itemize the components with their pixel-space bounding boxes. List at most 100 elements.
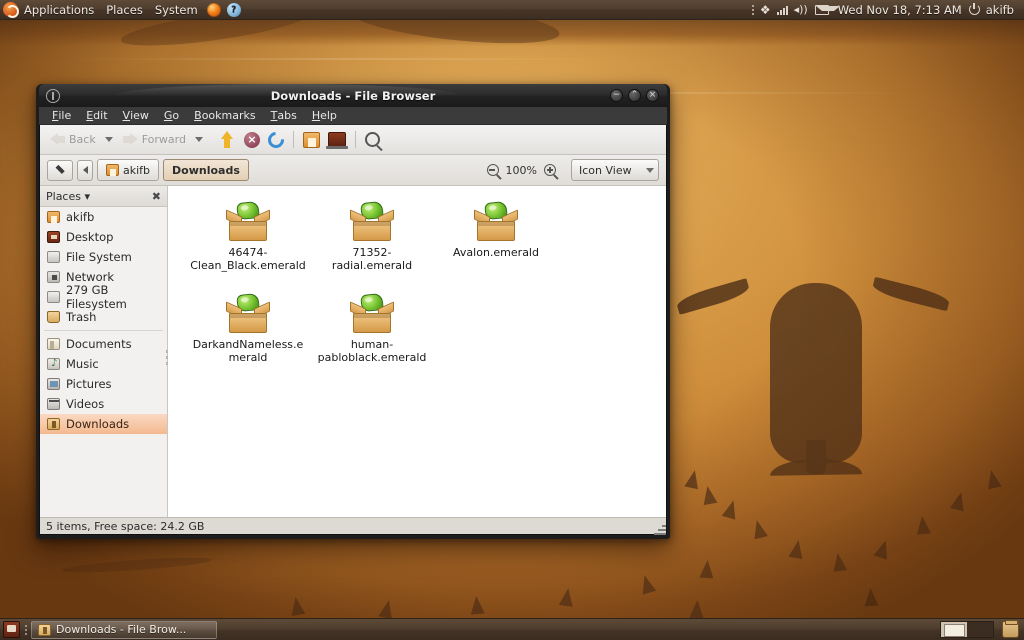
window-body: Places ▾ ✖ akifb Desktop File System Net… xyxy=(40,186,666,517)
menu-file[interactable]: File xyxy=(45,108,78,124)
music-icon xyxy=(47,358,60,370)
sidebar-item-music[interactable]: Music xyxy=(40,354,167,374)
sidebar-item-label: Desktop xyxy=(66,230,114,244)
sidebar-item-279-gb-filesystem[interactable]: 279 GB Filesystem xyxy=(40,283,167,311)
file-item[interactable]: DarkandNameless.emerald xyxy=(186,290,310,374)
menu-tabs[interactable]: Tabs xyxy=(264,108,304,124)
sidebar-item-akifb[interactable]: akifb xyxy=(40,207,167,227)
sidebar-item-label: File System xyxy=(66,250,132,264)
menu-help[interactable]: Help xyxy=(305,108,344,124)
window-titlebar[interactable]: Downloads - File Browser − ⌃ × xyxy=(39,84,667,107)
reload-icon xyxy=(264,128,288,151)
zoom-out-icon[interactable] xyxy=(486,164,499,176)
window-controls: − ⌃ × xyxy=(610,89,667,102)
places-sidebar: Places ▾ ✖ akifb Desktop File System Net… xyxy=(40,186,170,517)
menu-go[interactable]: Go xyxy=(157,108,186,124)
sidebar-item-videos[interactable]: Videos xyxy=(40,394,167,414)
zoom-in-icon[interactable] xyxy=(544,164,556,176)
menu-edit[interactable]: Edit xyxy=(79,108,114,124)
window-resize-grip[interactable] xyxy=(652,521,666,535)
user-menu[interactable]: akifb xyxy=(986,0,1020,20)
help-icon[interactable]: ? xyxy=(224,0,244,20)
computer-icon xyxy=(325,132,348,149)
sidebar-item-downloads[interactable]: Downloads xyxy=(40,414,167,434)
file-item[interactable]: 46474-Clean_Black.emerald xyxy=(186,198,310,282)
places-header[interactable]: Places ▾ ✖ xyxy=(40,186,167,207)
status-text: 5 items, Free space: 24.2 GB xyxy=(46,519,205,533)
sidebar-item-file-system[interactable]: File System xyxy=(40,247,167,267)
breadcrumb-label: akifb xyxy=(123,163,151,177)
view-mode-select[interactable]: Icon View xyxy=(571,159,659,181)
breadcrumb-downloads[interactable]: Downloads xyxy=(163,159,249,181)
file-browser-icon xyxy=(38,623,51,636)
workspace-switcher[interactable] xyxy=(940,621,994,638)
file-list-view[interactable]: 46474-Clean_Black.emerald 71352-radial.e… xyxy=(168,186,666,517)
file-item[interactable]: Avalon.emerald xyxy=(434,198,558,282)
sidebar-item-label: Downloads xyxy=(66,417,130,431)
places-header-label: Places ▾ xyxy=(46,189,90,203)
trash-icon[interactable] xyxy=(1002,620,1019,638)
clock[interactable]: Wed Nov 18, 7:13 AM xyxy=(838,0,968,20)
file-item[interactable]: 71352-radial.emerald xyxy=(310,198,434,282)
close-button[interactable]: × xyxy=(646,89,659,102)
firefox-icon[interactable] xyxy=(204,0,224,20)
stop-button[interactable]: × xyxy=(241,130,263,150)
menu-places[interactable]: Places xyxy=(100,0,149,20)
up-button[interactable] xyxy=(215,129,239,151)
emerald-theme-icon xyxy=(473,200,519,242)
taskbar-window-button[interactable]: Downloads - File Brow... xyxy=(31,620,217,639)
menu-view[interactable]: View xyxy=(116,108,156,124)
sidebar-item-label: Pictures xyxy=(66,377,112,391)
messaging-envelope-icon[interactable] xyxy=(814,4,840,15)
window-menu-icon[interactable] xyxy=(46,88,60,103)
edit-location-button[interactable] xyxy=(47,159,73,181)
back-button[interactable]: Back xyxy=(46,130,99,149)
view-mode-value: Icon View xyxy=(579,163,632,177)
breadcrumb-label: Downloads xyxy=(172,163,240,177)
reload-button[interactable] xyxy=(264,128,288,151)
menu-applications[interactable]: Applications xyxy=(18,0,100,20)
pencil-icon xyxy=(51,161,69,179)
navigation-toolbar: Back Forward × xyxy=(40,125,666,155)
minimize-button[interactable]: − xyxy=(610,89,623,102)
sidebar-item-label: Network xyxy=(66,270,115,284)
volume-icon[interactable]: ◂)) xyxy=(794,3,808,16)
trash-icon xyxy=(47,311,60,323)
zoom-controls: 100% Icon View xyxy=(486,159,659,181)
window-list-handle[interactable] xyxy=(23,622,28,638)
show-desktop-icon[interactable] xyxy=(3,621,20,638)
ubuntu-logo-icon[interactable] xyxy=(3,2,19,18)
path-scroll-left-button[interactable] xyxy=(77,159,93,181)
pictures-icon xyxy=(47,378,60,390)
forward-history-dropdown-icon[interactable] xyxy=(194,137,203,142)
sidebar-item-pictures[interactable]: Pictures xyxy=(40,374,167,394)
emerald-theme-icon xyxy=(349,200,395,242)
file-name: human-pabloblack.emerald xyxy=(317,338,427,364)
back-history-dropdown-icon[interactable] xyxy=(104,137,113,142)
computer-button[interactable] xyxy=(325,130,349,149)
workspace-1[interactable] xyxy=(941,622,967,637)
breadcrumb-akifb[interactable]: akifb xyxy=(97,159,160,181)
desktop-icon xyxy=(47,231,60,243)
power-icon[interactable] xyxy=(968,3,980,15)
sidebar-item-trash[interactable]: Trash xyxy=(40,307,167,327)
toolbar-separator xyxy=(354,131,356,148)
network-signal-icon[interactable] xyxy=(776,5,788,15)
sidebar-item-documents[interactable]: Documents xyxy=(40,334,167,354)
maximize-button[interactable]: ⌃ xyxy=(628,89,641,102)
zoom-level: 100% xyxy=(505,163,537,177)
file-item[interactable]: human-pabloblack.emerald xyxy=(310,290,434,374)
search-button[interactable] xyxy=(362,130,383,149)
home-button[interactable] xyxy=(300,130,323,150)
menu-system[interactable]: System xyxy=(149,0,204,20)
file-name: Avalon.emerald xyxy=(453,246,539,259)
close-sidebar-icon[interactable]: ✖ xyxy=(152,190,161,203)
documents-icon xyxy=(47,338,60,350)
workspace-2[interactable] xyxy=(967,622,993,637)
menu-bookmarks[interactable]: Bookmarks xyxy=(187,108,262,124)
bluetooth-icon[interactable]: ❖ xyxy=(760,3,771,17)
sidebar-item-desktop[interactable]: Desktop xyxy=(40,227,167,247)
taskbar-window-label: Downloads - File Brow... xyxy=(56,623,187,636)
window-client-area: Back Forward × akifb Downloads 100% Icon… xyxy=(39,125,667,535)
forward-button[interactable]: Forward xyxy=(119,130,189,149)
